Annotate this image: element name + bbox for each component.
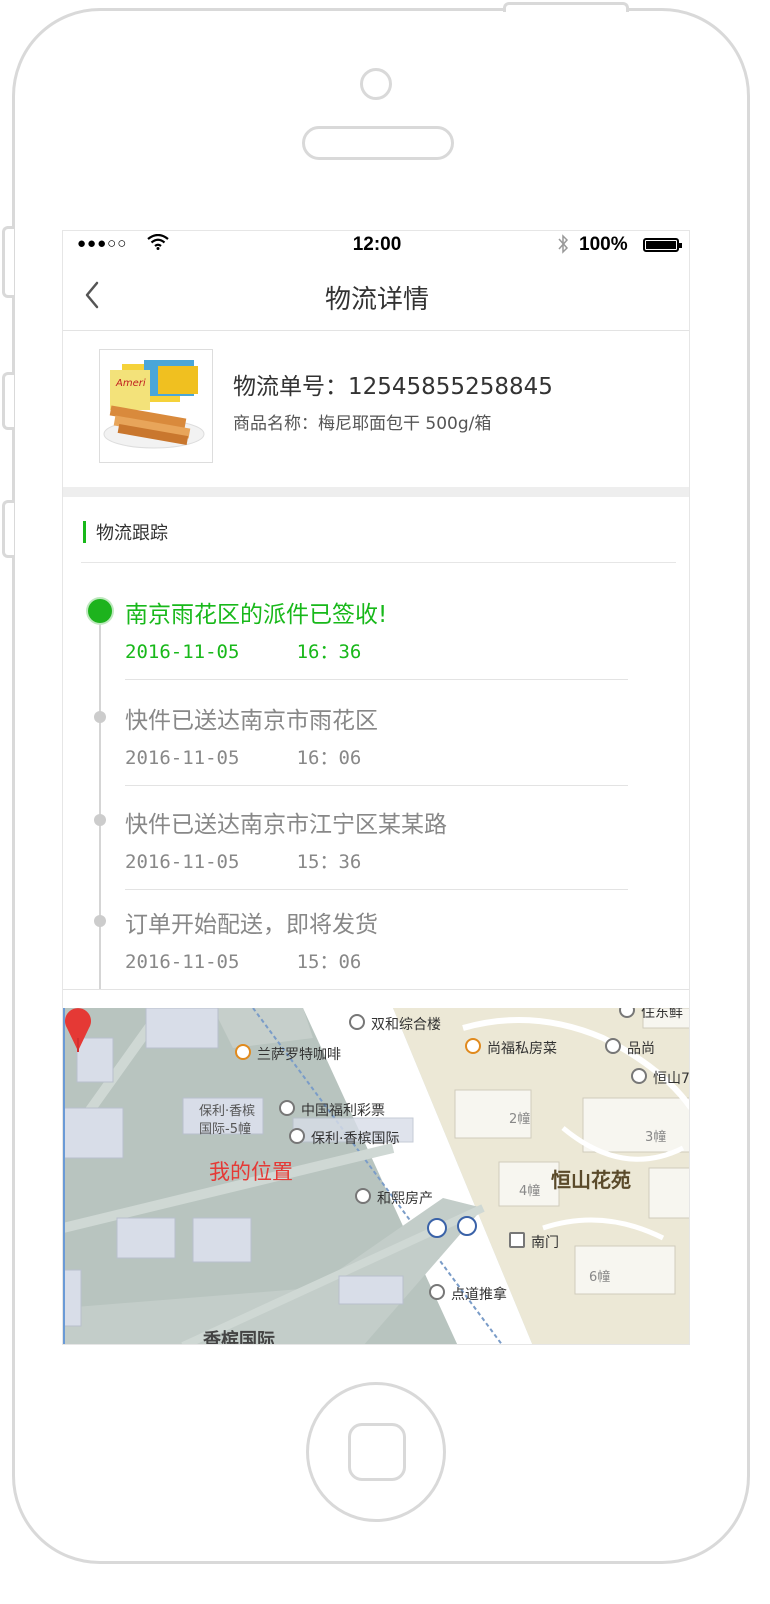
timeline-event-date-value: 2016-11-05 [125,951,240,973]
battery-percentage: 100% [579,234,628,255]
map-district-label: 香槟国际 [203,1330,275,1345]
poi-dot-icon [429,1284,445,1300]
map-district-label: 恒山花苑 [551,1168,631,1192]
cafe-icon [235,1044,251,1060]
timeline-separator [125,785,628,786]
map-label: 双和综合楼 [371,1017,441,1033]
my-location-label: 我的位置 [209,1160,293,1184]
timeline-event-time-value: 16：36 [296,641,362,663]
power-button [503,2,629,12]
timeline-event-title: 快件已送达南京市雨花区 [125,708,378,734]
bus-stop-icon [427,1218,447,1238]
volume-down-button [2,500,14,558]
timeline-event-title: 订单开始配送，即将发货 [125,912,378,938]
timeline-event-date: 2016-11-05 16：06 [125,743,361,770]
product-image: Ameri [99,349,213,463]
map-label: 恒山7 [653,1071,690,1087]
building-number-label: 3幢 [645,1130,667,1145]
timeline-event-title: 南京雨花区的派件已签收! [125,602,388,628]
map-label: 品尚 [627,1041,655,1057]
map-label: 保利·香槟 [199,1104,256,1119]
home-button-square-icon [348,1423,406,1481]
shop-icon [605,1038,621,1054]
bus-stop-icon [457,1216,477,1236]
timeline-dot [94,711,106,723]
poi-dot-icon [279,1100,295,1116]
timeline-line [99,609,101,989]
house-icon [355,1188,371,1204]
timeline-event-date: 2016-11-05 15：06 [125,947,361,974]
gate-icon [509,1232,525,1248]
map-label: 和熙房产 [377,1191,433,1207]
order-number: 物流单号：12545855258845 [233,374,553,400]
volume-up-button [2,372,14,430]
map-label: 兰萨罗特咖啡 [257,1047,341,1063]
timeline-event-date-value: 2016-11-05 [125,747,240,769]
residence-icon [631,1068,647,1084]
restaurant-icon [465,1038,481,1054]
tracking-header: 物流跟踪 [81,497,676,563]
timeline-event-date-value: 2016-11-05 [125,851,240,873]
page-title: 物流详情 [324,285,429,315]
app-screen: ●●●○○ 12:00 100% 物流详情 Ameri 物流单号：1254585… [62,230,690,1345]
timeline-event-date: 2016-11-05 16：36 [125,637,361,664]
svg-text:Ameri: Ameri [115,378,146,389]
product-card: Ameri 物流单号：12545855258845 商品名称：梅尼耶面包干 50… [63,331,689,487]
status-bar: ●●●○○ 12:00 100% [63,231,689,261]
building-icon [349,1014,365,1030]
bluetooth-icon [558,234,569,254]
office-icon [289,1128,305,1144]
timeline-bottom-divider [63,989,689,990]
map-label: 南门 [531,1235,559,1251]
timeline-event-title: 快件已送达南京市江宁区某某路 [125,812,447,838]
timeline-separator [125,889,628,890]
timeline-event-date: 2016-11-05 15：36 [125,847,361,874]
timeline-dot [94,915,106,927]
mute-switch [2,226,14,298]
timeline-event-time-value: 15：36 [296,851,362,873]
map-label: 中国福利彩票 [301,1103,385,1119]
map-label: 国际-5幢 [199,1122,251,1137]
timeline-separator [125,679,628,680]
battery-icon [643,238,682,252]
timeline-dot-active [88,599,112,623]
section-accent-bar [83,521,86,543]
building-number-label: 4幢 [519,1184,541,1199]
front-camera [360,68,392,100]
product-name: 商品名称：梅尼耶面包干 500g/箱 [233,414,492,434]
building-number-label: 2幢 [509,1112,531,1127]
timeline-event-time-value: 16：06 [296,747,362,769]
building-number-label: 6幢 [589,1270,611,1285]
nav-bar: 物流详情 [63,261,689,331]
timeline-dot [94,814,106,826]
map-label: 保利·香槟国际 [311,1131,400,1147]
map-label: 尚福私房菜 [487,1041,557,1057]
tracking-section-title: 物流跟踪 [96,523,168,544]
map-label: 住东鲜 [641,1008,683,1021]
timeline-event-time-value: 15：06 [296,951,362,973]
map-label: 点道推拿 [451,1287,507,1303]
map-view[interactable]: 双和综合楼 兰萨罗特咖啡 尚福私房菜 品尚 恒山7 住东鲜 中国福利彩票 保利·… [63,1008,690,1345]
earpiece-speaker [302,126,454,160]
location-pin-icon[interactable] [63,1008,93,1052]
timeline-event-date-value: 2016-11-05 [125,641,240,663]
section-divider [63,487,689,497]
